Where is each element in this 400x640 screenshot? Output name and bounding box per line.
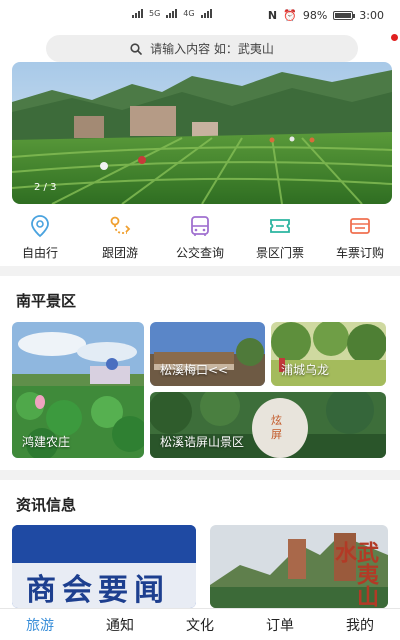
nav-tab-orders[interactable]: 订单 xyxy=(240,609,320,640)
nav-tab-mine[interactable]: 我的 xyxy=(320,609,400,640)
location-pin-icon xyxy=(26,212,54,240)
signal-icon-3 xyxy=(200,8,212,18)
svg-text:炫: 炫 xyxy=(271,413,282,427)
svg-text:屏: 屏 xyxy=(271,428,282,441)
scenic-card-label: 浦城乌龙 xyxy=(281,363,330,377)
notification-dot xyxy=(391,34,398,41)
alarm-icon: ⏰ xyxy=(283,9,297,22)
section-divider xyxy=(0,266,400,276)
scenic-section-title: 南平景区 xyxy=(16,292,77,310)
scenic-card-label: 松溪梅口<< xyxy=(160,363,229,377)
status-bar: 5G 4G N ⏰ 98% 3:00 xyxy=(0,0,400,30)
signal-indicators: 5G 4G xyxy=(132,8,212,18)
network-type-1: 5G xyxy=(149,8,161,18)
scenic-card-label: 松溪诰屏山景区 xyxy=(160,435,245,449)
banner-image xyxy=(12,62,392,204)
news-section-title: 资讯信息 xyxy=(16,496,77,514)
search-icon xyxy=(130,42,142,55)
bottom-navigation: 旅游 通知 文化 订单 我的 xyxy=(0,608,400,640)
quick-menu-bus-query[interactable]: 公交查询 xyxy=(160,208,240,264)
signal-icon xyxy=(132,8,143,18)
nav-tab-culture[interactable]: 文化 xyxy=(160,609,240,640)
search-placeholder: 请输入内容 如：武夷山 xyxy=(150,42,274,56)
quick-menu-group-tour[interactable]: 跟团游 xyxy=(80,208,160,264)
news-card-text: 商会要闻 xyxy=(26,573,170,608)
news-card-chamber[interactable]: 商会要闻 xyxy=(12,525,196,608)
clock-time: 3:00 xyxy=(359,9,384,22)
quick-menu-label: 跟团游 xyxy=(101,246,138,260)
scenic-card-songxi-gaopingshan[interactable]: 炫 屏 松溪诰屏山景区 xyxy=(150,392,386,458)
nfc-icon: N xyxy=(267,9,278,22)
quick-menu-label: 公交查询 xyxy=(175,246,224,260)
quick-menu-ticket-booking[interactable]: 车票订购 xyxy=(320,208,400,264)
banner-page-indicator: 2 / 3 xyxy=(34,182,57,193)
scenic-card-pucheng-wulong[interactable]: 浦城乌龙 xyxy=(271,322,386,386)
quick-menu-label: 自由行 xyxy=(21,246,58,260)
battery-percent: 98% xyxy=(302,9,328,22)
ticket-icon xyxy=(266,212,294,240)
bus-icon xyxy=(186,212,214,240)
train-ticket-icon xyxy=(346,212,374,240)
quick-menu-scenic-tickets[interactable]: 景区门票 xyxy=(240,208,320,264)
scenic-card-hongjian-farm[interactable]: 鸿建农庄 xyxy=(12,322,144,458)
nav-tab-travel[interactable]: 旅游 xyxy=(0,609,80,640)
signal-icon-2 xyxy=(166,8,178,18)
network-type-2: 4G xyxy=(183,8,195,18)
scenic-card-label: 鸿建农庄 xyxy=(22,435,71,449)
scenic-card-songxi-meikou[interactable]: 松溪梅口<< xyxy=(150,322,265,386)
news-card-text: 武夷山水 xyxy=(331,541,378,607)
quick-menu-label: 景区门票 xyxy=(255,246,304,260)
quick-menu: 自由行 跟团游 公交查询 景区门票 车票订购 xyxy=(0,208,400,264)
section-divider xyxy=(0,470,400,480)
status-right: N ⏰ 98% 3:00 xyxy=(268,9,384,22)
banner-carousel[interactable]: 2 / 3 xyxy=(12,62,392,204)
route-icon xyxy=(106,212,134,240)
quick-menu-label: 车票订购 xyxy=(335,246,384,260)
battery-icon xyxy=(333,11,356,20)
quick-menu-free-travel[interactable]: 自由行 xyxy=(0,208,80,264)
nav-tab-notice[interactable]: 通知 xyxy=(80,609,160,640)
search-input[interactable]: 请输入内容 如：武夷山 xyxy=(46,35,358,62)
news-card-wuyi[interactable]: 武夷山水 xyxy=(210,525,388,608)
